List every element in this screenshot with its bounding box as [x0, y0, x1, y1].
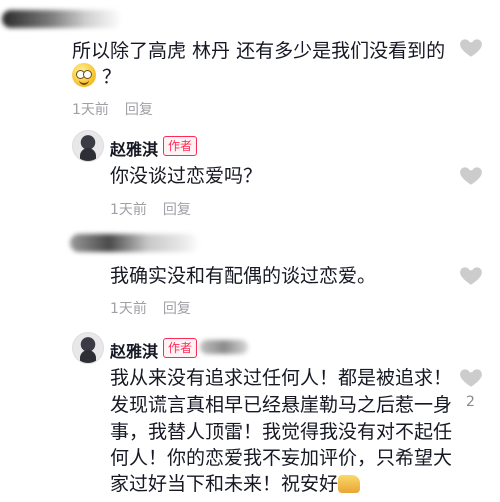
- reply-meta: 1天前 回复: [110, 298, 191, 318]
- author-username[interactable]: 赵雅淇: [110, 136, 158, 160]
- blurred-reply-target: [200, 340, 248, 354]
- like-count: 2: [466, 394, 475, 410]
- author-badge: 作者: [163, 338, 198, 358]
- author-avatar[interactable]: [72, 332, 104, 364]
- reply-text-line: 事，我替人顶雷！我觉得我没有对不起任: [110, 421, 453, 443]
- author-username[interactable]: 赵雅淇: [110, 338, 158, 362]
- comment-time: 1天前: [72, 102, 109, 118]
- reply-button[interactable]: 回复: [163, 298, 191, 318]
- like-heart-icon[interactable]: [458, 162, 484, 188]
- reply-time: 1天前: [110, 202, 147, 218]
- reply-text-line-cropped: 家过好当下和未来！祝安好: [110, 470, 361, 496]
- reply-text-line: 何人！你的恋爱我不妄加评价，只希望大: [110, 447, 453, 469]
- clap-emoji-icon: [338, 475, 361, 493]
- reply-text: 你没谈过恋爱吗？: [110, 165, 263, 187]
- smile-emoji-icon: [72, 63, 96, 87]
- like-heart-icon[interactable]: [458, 364, 484, 390]
- blurred-username: [2, 10, 122, 28]
- comment-meta: 1天前 回复: [72, 99, 153, 119]
- reply-time: 1天前: [110, 301, 147, 317]
- comment-text: 所以除了高虎 林丹 还有多少是我们没看到的: [72, 40, 446, 62]
- like-heart-icon[interactable]: [458, 34, 484, 60]
- author-badge: 作者: [163, 136, 198, 156]
- reply-meta: 1天前 回复: [110, 199, 191, 219]
- reply-button[interactable]: 回复: [163, 199, 191, 219]
- reply-text-line: 发现谎言真相早已经悬崖勒马之后惹一身: [110, 394, 453, 416]
- comment-text-line2: ？: [72, 63, 121, 91]
- blurred-username: [70, 234, 200, 252]
- reply-text-line: 我从来没有追求过任何人！都是被追求！: [110, 367, 453, 389]
- like-heart-icon[interactable]: [458, 262, 484, 288]
- reply-button[interactable]: 回复: [125, 99, 153, 119]
- author-avatar[interactable]: [72, 130, 104, 162]
- reply-text: 我确实没和有配偶的谈过恋爱。: [110, 265, 377, 287]
